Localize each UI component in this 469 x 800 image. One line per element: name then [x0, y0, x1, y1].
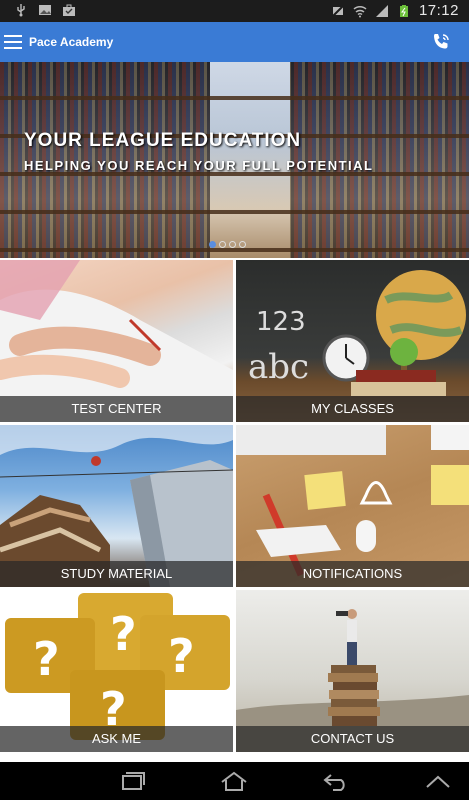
banner-title: YOUR LEAGUE EDUCATION [24, 130, 302, 151]
tile-ask-me[interactable]: ? ? ? ? ASK ME [0, 590, 233, 752]
app-title: Pace Academy [29, 35, 114, 49]
tile-contact-us[interactable]: CONTACT US [236, 590, 469, 752]
svg-text:?: ? [33, 632, 60, 686]
svg-text:abc: abc [248, 347, 309, 387]
svg-text:123: 123 [256, 307, 306, 337]
image-icon [39, 5, 51, 15]
tile-label: MY CLASSES [236, 396, 469, 422]
back-icon[interactable] [321, 771, 351, 791]
clock: 17:12 [418, 2, 459, 19]
svg-text:?: ? [168, 629, 195, 683]
tile-label: TEST CENTER [0, 396, 233, 422]
usb-icon [17, 4, 25, 17]
signal-icon [375, 4, 388, 17]
tile-label: NOTIFICATIONS [236, 561, 469, 587]
status-bar: 17:12 [0, 0, 469, 22]
tile-test-center[interactable]: TEST CENTER [0, 260, 233, 422]
wifi-icon [353, 5, 367, 17]
phone-call-icon[interactable] [431, 32, 451, 52]
recent-apps-icon[interactable] [117, 771, 147, 791]
svg-text:?: ? [110, 607, 137, 661]
carousel-dot[interactable] [209, 241, 216, 248]
tile-label: CONTACT US [236, 726, 469, 752]
carousel-dot[interactable] [239, 241, 246, 248]
carousel-dot[interactable] [219, 241, 226, 248]
hero-banner[interactable]: YOUR LEAGUE EDUCATION HELPING YOU REACH … [0, 62, 469, 258]
tile-label: ASK ME [0, 726, 233, 752]
hamburger-menu-icon[interactable] [4, 35, 22, 49]
menu-up-icon[interactable] [423, 771, 453, 791]
battery-icon [399, 4, 408, 17]
home-icon[interactable] [219, 771, 249, 791]
tile-notifications[interactable]: NOTIFICATIONS [236, 425, 469, 587]
tile-study-material[interactable]: STUDY MATERIAL [0, 425, 233, 587]
system-nav-bar [0, 762, 469, 800]
mute-icon [331, 3, 345, 18]
banner-subtitle: HELPING YOU REACH YOUR FULL POTENTIAL [24, 158, 374, 173]
carousel-indicators [209, 241, 246, 248]
tile-my-classes[interactable]: 123 abc MY CLASSES [236, 260, 469, 422]
carousel-dot[interactable] [229, 241, 236, 248]
banner-text: YOUR LEAGUE EDUCATION HELPING YOU REACH … [24, 130, 373, 173]
app-bar: Pace Academy [0, 22, 469, 62]
tile-label: STUDY MATERIAL [0, 561, 233, 587]
briefcase-icon [63, 4, 75, 16]
